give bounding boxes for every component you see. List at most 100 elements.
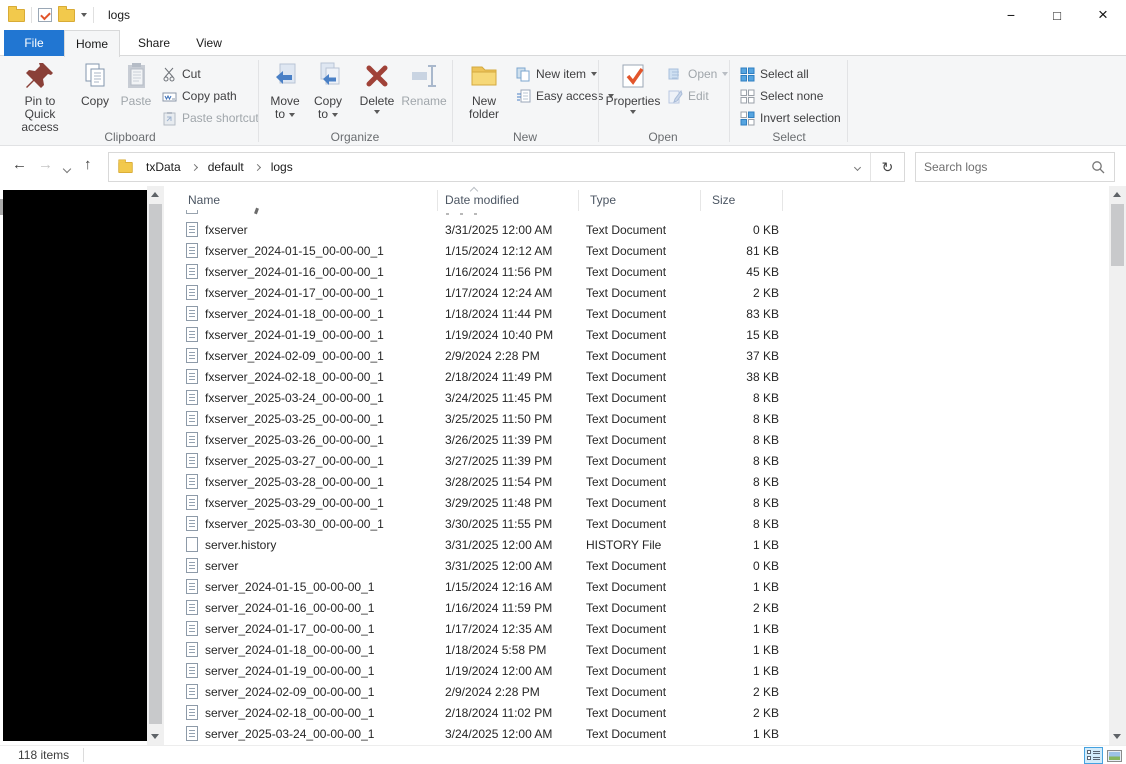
copy-button[interactable]: Copy: [76, 60, 114, 108]
breadcrumb-chevron-icon[interactable]: [253, 163, 261, 172]
column-header-size[interactable]: Size: [712, 193, 735, 207]
file-icon: [186, 285, 198, 300]
file-date-modified: 1/16/2024 11:59 PM: [445, 600, 553, 615]
file-row[interactable]: server_2024-01-16_00-00-00_1 1/16/2024 1…: [170, 597, 1109, 618]
file-row[interactable]: fxserver_2025-03-28_00-00-00_1 3/28/2025…: [170, 471, 1109, 492]
file-row[interactable]: server_2024-02-09_00-00-00_1 2/9/2024 2:…: [170, 681, 1109, 702]
search-icon: [1092, 161, 1105, 174]
file-row[interactable]: fxserver_2025-03-29_00-00-00_1 3/29/2025…: [170, 492, 1109, 513]
address-dropdown-button[interactable]: [844, 163, 870, 172]
close-button[interactable]: ×: [1080, 0, 1126, 30]
file-size: 2 KB: [752, 600, 779, 615]
file-row[interactable]: server_2024-02-18_00-00-00_1 2/18/2024 1…: [170, 702, 1109, 723]
file-row[interactable]: fxserver_2024-02-18_00-00-00_1 2/18/2024…: [170, 366, 1109, 387]
new-folder-button[interactable]: New folder: [460, 60, 508, 121]
file-row[interactable]: server 3/31/2025 12:00 AM Text Document …: [170, 555, 1109, 576]
file-icon: [186, 684, 198, 699]
scroll-down-icon[interactable]: [1113, 734, 1121, 739]
divider: [93, 7, 94, 23]
select-none-button[interactable]: Select none: [740, 86, 823, 106]
new-folder-quick-icon[interactable]: [58, 5, 75, 22]
select-all-button[interactable]: Select all: [740, 64, 809, 84]
pin-to-quick-access-button[interactable]: Pin to Quick access: [8, 60, 72, 134]
details-view-button[interactable]: [1084, 747, 1103, 764]
up-button[interactable]: ↑: [84, 156, 92, 173]
breadcrumb-item[interactable]: default: [206, 158, 246, 176]
qat-customize-caret-icon[interactable]: [81, 13, 87, 17]
file-date-modified: 1/16/2024 11:56 PM: [445, 264, 553, 279]
file-row[interactable]: fxserver_2024-01-17_00-00-00_1 1/17/2024…: [170, 282, 1109, 303]
easy-access-button[interactable]: Easy access: [516, 86, 615, 106]
file-row[interactable]: fxserver_2024-01-16_00-00-00_1 1/16/2024…: [170, 261, 1109, 282]
tab-file[interactable]: File: [4, 30, 64, 56]
file-row[interactable]: fxserver_2024-01-15_00-00-00_1 1/15/2024…: [170, 240, 1109, 261]
cut-button[interactable]: Cut: [162, 64, 201, 84]
address-bar[interactable]: txData default logs ↻: [108, 152, 905, 182]
delete-label: Delete: [359, 94, 395, 108]
invert-selection-button[interactable]: Invert selection: [740, 108, 841, 128]
copy-to-button[interactable]: Copy to: [309, 60, 347, 121]
file-icon: [186, 432, 198, 447]
new-item-button[interactable]: New item: [516, 64, 598, 84]
refresh-button[interactable]: ↻: [870, 153, 904, 181]
file-row[interactable]: server_2025-03-24_00-00-00_1 3/24/2025 1…: [170, 723, 1109, 744]
file-row[interactable]: fxserver_2025-03-27_00-00-00_1 3/27/2025…: [170, 450, 1109, 471]
tab-share[interactable]: Share: [126, 30, 182, 56]
file-row[interactable]: fxserver_2025-03-30_00-00-00_1 3/30/2025…: [170, 513, 1109, 534]
nav-scrollbar-thumb[interactable]: [149, 204, 162, 724]
properties-quick-icon[interactable]: [38, 8, 52, 22]
file-row[interactable]: fxserver 3/31/2025 12:00 AM Text Documen…: [170, 219, 1109, 240]
clipboard-group-label: Clipboard: [104, 130, 156, 144]
file-name: fxserver_2025-03-28_00-00-00_1: [205, 474, 384, 489]
large-icons-view-button[interactable]: [1105, 747, 1124, 764]
delete-button[interactable]: Delete: [356, 60, 398, 114]
divider: [83, 748, 85, 762]
back-button[interactable]: ←: [12, 156, 27, 173]
nav-scrollbar[interactable]: [147, 186, 164, 745]
scroll-down-icon[interactable]: [151, 734, 159, 739]
file-row[interactable]: fxserver_2025-03-25_00-00-00_1 3/25/2025…: [170, 408, 1109, 429]
file-row[interactable]: fxserver_2025-03-26_00-00-00_1 3/26/2025…: [170, 429, 1109, 450]
column-header-date-modified[interactable]: Date modified: [445, 193, 519, 207]
column-header-name[interactable]: Name: [188, 193, 220, 207]
file-type: Text Document: [586, 432, 667, 447]
file-row[interactable]: fxserver_2024-01-19_00-00-00_1 1/19/2024…: [170, 324, 1109, 345]
tab-home[interactable]: Home: [64, 30, 120, 57]
file-date-modified: 2/18/2024 11:49 PM: [445, 369, 553, 384]
file-row[interactable]: server_2024-01-19_00-00-00_1 1/19/2024 1…: [170, 660, 1109, 681]
clipped-file-icon: [186, 210, 198, 214]
file-row[interactable]: server_2024-01-18_00-00-00_1 1/18/2024 5…: [170, 639, 1109, 660]
file-type: Text Document: [586, 558, 667, 573]
copy-path-button[interactable]: Copy path: [162, 86, 237, 106]
file-row[interactable]: fxserver_2024-02-09_00-00-00_1 2/9/2024 …: [170, 345, 1109, 366]
breadcrumb-item[interactable]: txData: [144, 158, 183, 176]
file-date-modified: 3/31/2025 12:00 AM: [445, 537, 553, 552]
file-row[interactable]: server.history 3/31/2025 12:00 AM HISTOR…: [170, 534, 1109, 555]
pane-notch: [0, 199, 3, 215]
file-type: Text Document: [586, 516, 667, 531]
file-row[interactable]: fxserver_2025-03-24_00-00-00_1 3/24/2025…: [170, 387, 1109, 408]
file-date-modified: 2/18/2024 11:02 PM: [445, 705, 553, 720]
file-row[interactable]: fxserver_2024-01-18_00-00-00_1 1/18/2024…: [170, 303, 1109, 324]
file-icon: [186, 243, 198, 258]
properties-label: Properties: [605, 94, 661, 108]
scroll-up-icon[interactable]: [151, 192, 159, 197]
list-scrollbar-thumb[interactable]: [1111, 204, 1124, 266]
search-input[interactable]: [916, 160, 1091, 174]
file-row[interactable]: server_2024-01-15_00-00-00_1 1/15/2024 1…: [170, 576, 1109, 597]
properties-button[interactable]: Properties: [604, 60, 662, 114]
scroll-up-icon[interactable]: [1113, 192, 1121, 197]
file-row[interactable]: server_2024-01-17_00-00-00_1 1/17/2024 1…: [170, 618, 1109, 639]
maximize-button[interactable]: □: [1034, 0, 1080, 30]
list-scrollbar[interactable]: [1109, 186, 1126, 745]
move-to-button[interactable]: Move to: [266, 60, 304, 121]
file-type: HISTORY File: [586, 537, 662, 552]
breadcrumb-chevron-icon[interactable]: [190, 163, 198, 172]
minimize-button[interactable]: −: [988, 0, 1034, 30]
file-size: 2 KB: [752, 705, 779, 720]
tab-view[interactable]: View: [182, 30, 236, 56]
column-header-type[interactable]: Type: [590, 193, 616, 207]
search-box[interactable]: [915, 152, 1115, 182]
file-type: Text Document: [586, 222, 667, 237]
breadcrumb-item[interactable]: logs: [269, 158, 295, 176]
